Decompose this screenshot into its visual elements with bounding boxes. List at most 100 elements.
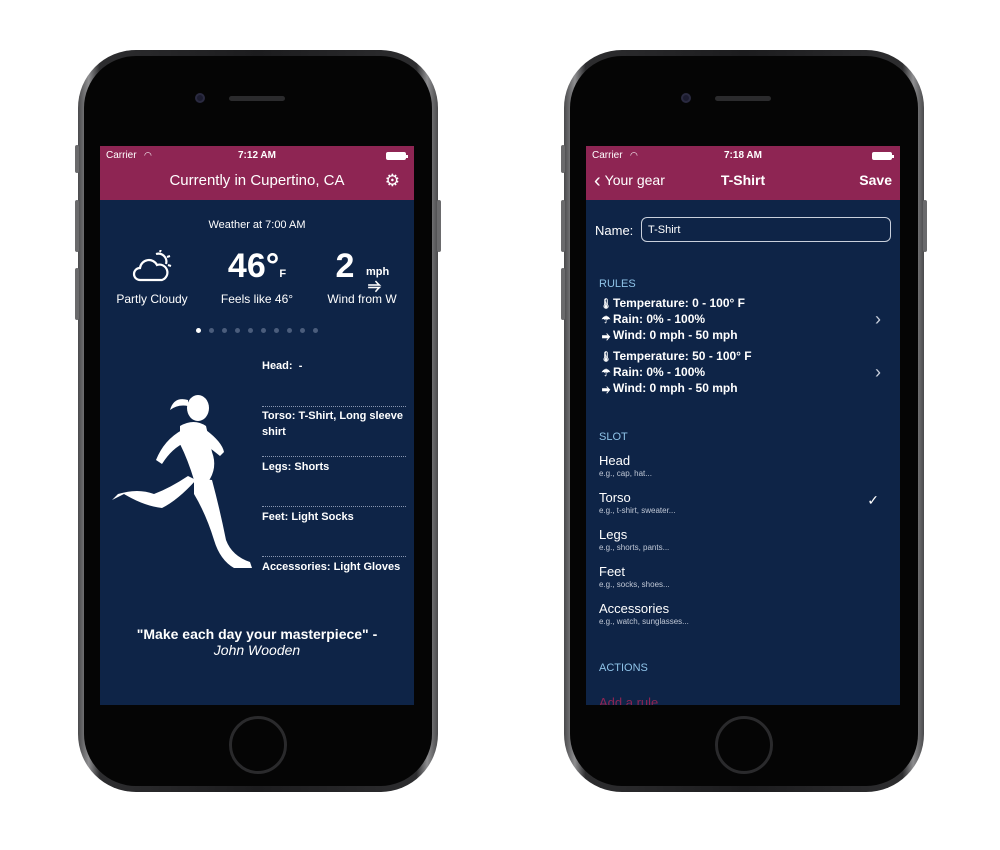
slot-option-subtitle: e.g., watch, sunglasses... <box>599 617 689 626</box>
wind-icon: ⥤ <box>602 331 610 342</box>
name-field[interactable] <box>641 217 891 242</box>
name-label: Name: <box>595 223 634 238</box>
weather-heading: Weather at 7:00 AM <box>208 219 306 231</box>
slot-option-title: Torso <box>599 490 631 505</box>
rule-wind: Wind: 0 mph - 50 mph <box>613 381 738 395</box>
page-dot[interactable] <box>261 328 266 333</box>
page-dot[interactable] <box>274 328 279 333</box>
earpiece-speaker <box>229 96 285 101</box>
quote-author: John Wooden <box>213 642 301 658</box>
slot-divider <box>262 506 406 507</box>
add-rule-button[interactable]: Add a rule <box>599 695 658 705</box>
wind-icon: ⥤ <box>602 384 610 395</box>
slot-option-subtitle: e.g., shorts, pants... <box>599 543 670 552</box>
page-indicator[interactable] <box>100 328 414 333</box>
slot-option-legs[interactable]: Legs e.g., shorts, pants... <box>599 527 889 553</box>
slot-legs-label: Legs: <box>262 461 292 473</box>
quote-text: "Make each day your masterpiece" - <box>136 626 378 642</box>
slot-head-value: - <box>298 360 303 372</box>
slot-option-head[interactable]: Head e.g., cap, hat... <box>599 453 889 479</box>
nav-bar: Carrier ◠ 7:18 AM ‹ Your gear T-Shirt Sav… <box>586 146 900 200</box>
feels-like-label: Feels like 46° <box>220 292 294 306</box>
page-dot[interactable] <box>248 328 253 333</box>
wind-column: 2 mph ⥤ Wind from W <box>310 246 414 306</box>
mute-switch <box>75 145 79 173</box>
rule-row[interactable]: 🌡Temperature: 50 - 100° F ☂ Rain: 0% - 10… <box>599 349 889 397</box>
rule-temperature: Temperature: 0 - 100° F <box>613 296 745 310</box>
rain-icon: ☂ <box>601 315 611 326</box>
slot-feet-value: Light Socks <box>291 511 354 523</box>
location-title: Currently in Cupertino, CA <box>169 172 345 189</box>
temperature-column: 46°F Feels like 46° <box>205 246 309 306</box>
checkmark-icon: ✓ <box>867 492 879 508</box>
page-dot[interactable] <box>196 328 201 333</box>
slot-option-title: Feet <box>599 564 626 579</box>
page-dot[interactable] <box>287 328 292 333</box>
rule-rain: Rain: 0% - 100% <box>613 312 706 326</box>
actions-section-header: ACTIONS <box>599 662 648 674</box>
temperature-value: 46° <box>227 247 280 285</box>
temperature-unit: F <box>279 268 287 280</box>
home-button[interactable] <box>229 716 287 774</box>
rule-rain: Rain: 0% - 100% <box>613 365 706 379</box>
condition-label: Partly Cloudy <box>116 292 188 306</box>
slot-divider <box>262 456 406 457</box>
nav-bar: Carrier ◠ 7:12 AM Currently in Cupertino… <box>100 146 414 200</box>
wind-icon: ⥤ <box>368 277 381 294</box>
rule-temperature: Temperature: 50 - 100° F <box>613 349 752 363</box>
rules-section-header: RULES <box>599 278 636 290</box>
home-button[interactable] <box>715 716 773 774</box>
rule-row[interactable]: 🌡Temperature: 0 - 100° F ☂ Rain: 0% - 100… <box>599 296 889 344</box>
rain-icon: ☂ <box>601 368 611 379</box>
slot-option-accessories[interactable]: Accessories e.g., watch, sunglasses... <box>599 601 889 627</box>
page-dot[interactable] <box>222 328 227 333</box>
page-title: T-Shirt <box>720 172 766 188</box>
slot-torso-label: Torso: <box>262 410 296 422</box>
condition-column: Partly Cloudy <box>100 246 204 306</box>
thermometer-icon: 🌡 <box>599 299 613 310</box>
slot-option-title: Accessories <box>599 601 670 616</box>
phone-right: Carrier ◠ 7:18 AM ‹ Your gear T-Shirt Sav… <box>561 50 927 792</box>
thermometer-icon: 🌡 <box>599 352 613 363</box>
volume-up-button <box>75 200 79 252</box>
slot-accessories-value: Light Gloves <box>333 561 401 573</box>
volume-down-button <box>75 268 79 320</box>
front-camera <box>195 93 205 103</box>
weather-screen: Carrier ◠ 7:12 AM Currently in Cupertino… <box>100 146 414 705</box>
slot-option-title: Legs <box>599 527 628 542</box>
slot-legs: Legs: Shorts <box>262 459 406 475</box>
chevron-right-icon: › <box>875 309 881 329</box>
slot-option-subtitle: e.g., socks, shoes... <box>599 580 670 589</box>
power-button <box>437 200 441 252</box>
page-dot[interactable] <box>313 328 318 333</box>
slot-option-torso[interactable]: Torso e.g., t-shirt, sweater... ✓ <box>599 490 889 516</box>
slot-divider <box>262 556 406 557</box>
status-bar: Carrier ◠ 7:12 AM <box>100 150 414 162</box>
gear-icon[interactable]: ⚙ <box>385 171 400 191</box>
slot-section-header: SLOT <box>599 431 628 443</box>
slot-option-feet[interactable]: Feet e.g., socks, shoes... <box>599 564 889 590</box>
slot-divider <box>262 406 406 407</box>
mute-switch <box>561 145 565 173</box>
slot-option-subtitle: e.g., t-shirt, sweater... <box>599 506 676 515</box>
wind-speed-value: 2 <box>335 247 355 285</box>
earpiece-speaker <box>715 96 771 101</box>
slot-head: Head: - <box>262 358 406 374</box>
slot-feet: Feet: Light Socks <box>262 509 406 525</box>
battery-icon <box>872 152 894 160</box>
page-dot[interactable] <box>209 328 214 333</box>
slot-head-label: Head: <box>262 360 293 372</box>
wind-direction-label: Wind from W <box>327 292 397 306</box>
power-button <box>923 200 927 252</box>
slot-accessories-label: Accessories: <box>262 561 331 573</box>
phone-left: Carrier ◠ 7:12 AM Currently in Cupertino… <box>75 50 441 792</box>
gear-edit-screen: Carrier ◠ 7:18 AM ‹ Your gear T-Shirt Sav… <box>586 146 900 705</box>
volume-up-button <box>561 200 565 252</box>
page-dot[interactable] <box>300 328 305 333</box>
save-button[interactable]: Save <box>859 172 892 188</box>
chevron-right-icon: › <box>875 362 881 382</box>
status-bar: Carrier ◠ 7:18 AM <box>586 150 900 162</box>
battery-icon <box>386 152 408 160</box>
rule-wind: Wind: 0 mph - 50 mph <box>613 328 738 342</box>
page-dot[interactable] <box>235 328 240 333</box>
